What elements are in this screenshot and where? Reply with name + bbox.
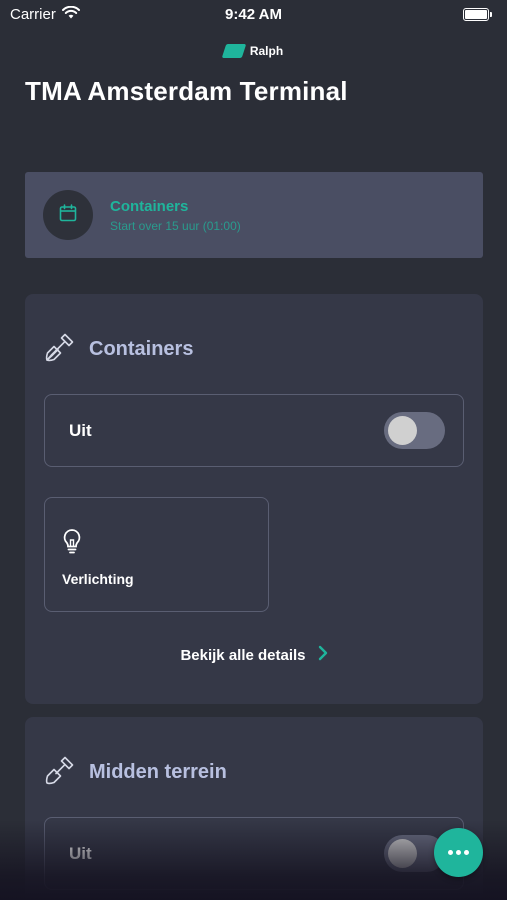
toggle-knob [388,839,417,868]
zone-toggle-switch[interactable] [384,412,445,449]
toggle-knob [388,416,417,445]
tile-label: Verlichting [62,571,134,587]
schedule-icon-circle [43,190,93,240]
more-actions-button[interactable] [434,828,483,877]
zone-title: Midden terrein [89,761,227,783]
zone-toggle-row: Uit [44,817,464,890]
battery-icon [463,7,492,21]
view-details-link[interactable]: Bekijk alle details [25,644,483,667]
zone-card-midden-terrein: Midden terrein Uit [25,717,483,900]
lightbulb-icon [62,529,82,560]
zone-title: Containers [89,338,194,360]
shovel-icon [43,330,77,369]
toggle-label: Uit [69,420,92,440]
toggle-label: Uit [69,843,92,863]
page-title: TMA Amsterdam Terminal [25,76,348,106]
carrier-label: Carrier [10,5,56,23]
more-icon [448,850,469,855]
ralph-logo-icon [221,44,247,58]
schedule-card[interactable]: Containers Start over 15 uur (01:00) [25,172,483,258]
status-bar: Carrier 9:42 AM [0,0,507,28]
brand-name: Ralph [249,44,284,58]
schedule-subtitle: Start over 15 uur (01:00) [110,218,241,233]
zone-toggle-row: Uit [44,394,464,467]
schedule-title: Containers [110,197,189,215]
zone-card-containers: Containers Uit Verlichting Bekijk alle d… [25,294,483,704]
brand: Ralph [0,44,507,58]
wifi-icon [61,5,80,23]
calendar-icon [58,203,78,228]
details-label: Bekijk alle details [180,647,306,664]
shovel-icon [43,753,77,792]
tile-verlichting[interactable]: Verlichting [44,497,269,612]
chevron-right-icon [318,644,328,667]
